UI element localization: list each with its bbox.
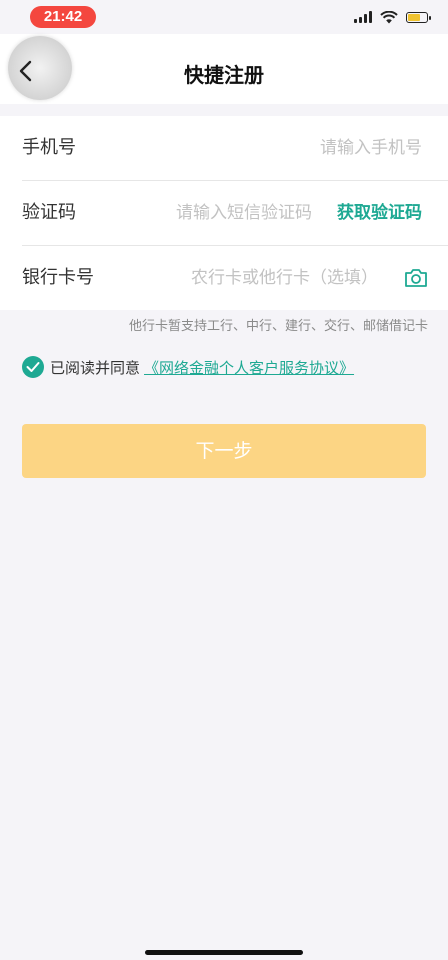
- status-bar: 21:42: [0, 0, 448, 34]
- phone-label: 手机号: [22, 137, 76, 158]
- back-button[interactable]: [8, 36, 72, 100]
- agreement-link[interactable]: 《网络金融个人客户服务协议》: [144, 357, 354, 378]
- register-form: 手机号 验证码 获取验证码 银行卡号: [0, 116, 448, 310]
- phone-input[interactable]: [132, 116, 422, 180]
- status-time[interactable]: 21:42: [30, 6, 96, 28]
- phone-row: 手机号: [22, 116, 448, 181]
- code-label: 验证码: [22, 202, 76, 223]
- agreement-prefix: 已阅读并同意: [50, 358, 141, 377]
- battery-charging-icon: [406, 11, 431, 23]
- card-input[interactable]: [152, 246, 378, 310]
- home-indicator: [145, 950, 303, 955]
- card-label: 银行卡号: [22, 267, 94, 288]
- code-row: 验证码 获取验证码: [22, 181, 448, 246]
- wifi-icon: [380, 10, 398, 23]
- agreement-row: 已阅读并同意 《网络金融个人客户服务协议》: [22, 354, 354, 380]
- chevron-left-icon: [19, 60, 32, 82]
- get-code-button[interactable]: 获取验证码: [337, 181, 422, 245]
- code-input[interactable]: [132, 181, 312, 245]
- cellular-signal-icon: [354, 11, 372, 23]
- nav-bar: 快捷注册: [0, 34, 448, 104]
- camera-icon[interactable]: [404, 268, 428, 288]
- supported-banks-hint: 他行卡暂支持工行、中行、建行、交行、邮储借记卡: [128, 319, 428, 334]
- agreement-check-icon[interactable]: [22, 356, 44, 378]
- status-icons: [354, 9, 431, 25]
- card-row: 银行卡号: [22, 246, 448, 310]
- next-button[interactable]: 下一步: [22, 424, 426, 478]
